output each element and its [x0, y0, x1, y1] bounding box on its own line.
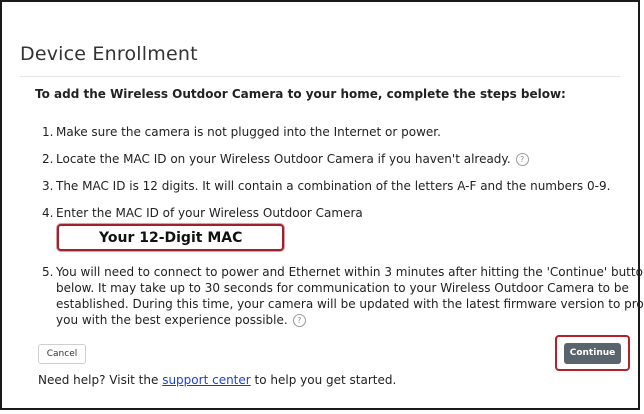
step-2: 2. Locate the MAC ID on your Wireless Out…: [42, 151, 529, 167]
mac-id-field: [57, 224, 284, 251]
help-footer: Need help? Visit the support center to h…: [38, 373, 396, 387]
cancel-button[interactable]: Cancel: [38, 344, 86, 364]
step-3: 3. The MAC ID is 12 digits. It will conta…: [42, 178, 610, 194]
step-text: Locate the MAC ID on your Wireless Outdo…: [56, 152, 511, 166]
step-5: 5. You will need to connect to power and …: [42, 264, 644, 328]
page-title: Device Enrollment: [20, 43, 198, 65]
step-text-line: you with the best experience possible.?: [42, 312, 612, 328]
step-number: 1.: [42, 125, 54, 139]
step-text: Enter the MAC ID of your Wireless Outdoo…: [56, 206, 363, 220]
step-number: 2.: [42, 152, 54, 166]
help-icon[interactable]: ?: [292, 314, 306, 327]
step-text: Make sure the camera is not plugged into…: [56, 125, 441, 139]
step-number: 5.: [42, 265, 54, 279]
step-text-line: 5. You will need to connect to power and …: [42, 265, 644, 279]
continue-button[interactable]: Continue: [564, 343, 621, 364]
step-number: 3.: [42, 179, 54, 193]
footer-suffix: to help you get started.: [250, 373, 397, 387]
instructions-intro: To add the Wireless Outdoor Camera to yo…: [35, 87, 566, 101]
step-text-line: below. It may take up to 30 seconds for …: [56, 281, 629, 295]
step-4: 4. Enter the MAC ID of your Wireless Outd…: [42, 205, 363, 221]
step-1: 1. Make sure the camera is not plugged in…: [42, 124, 441, 140]
support-center-link[interactable]: support center: [162, 373, 251, 387]
title-divider: [20, 76, 620, 77]
footer-prefix: Need help? Visit the: [38, 373, 163, 387]
help-icon[interactable]: ?: [515, 153, 529, 166]
step-text-line: established. During this time, your came…: [56, 297, 644, 311]
continue-highlight: Continue: [555, 335, 630, 371]
step-text: The MAC ID is 12 digits. It will contain…: [56, 179, 611, 193]
mac-id-input[interactable]: [59, 226, 282, 249]
step-number: 4.: [42, 206, 54, 220]
enrollment-dialog: Device Enrollment To add the Wireless Ou…: [0, 0, 644, 410]
